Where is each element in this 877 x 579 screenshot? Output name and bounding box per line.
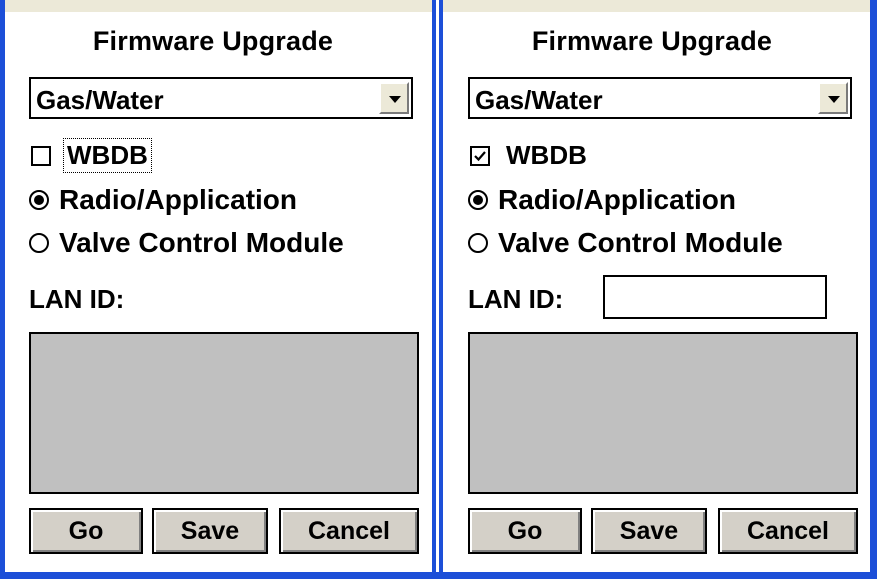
radio-application-radio[interactable] bbox=[468, 190, 488, 210]
wbdb-checkbox[interactable] bbox=[31, 146, 51, 166]
window-border-left bbox=[0, 0, 5, 579]
lan-id-label: LAN ID: bbox=[468, 284, 564, 314]
radio-application-label[interactable]: Radio/Application bbox=[498, 184, 736, 216]
cancel-button[interactable]: Cancel bbox=[718, 508, 858, 554]
device-type-select[interactable]: Gas/Water bbox=[29, 77, 413, 119]
valve-control-module-label[interactable]: Valve Control Module bbox=[498, 227, 783, 259]
page-title: Firmware Upgrade bbox=[531, 26, 773, 56]
save-button[interactable]: Save bbox=[152, 508, 268, 554]
valve-control-module-radio[interactable] bbox=[29, 233, 49, 253]
radio-application-label[interactable]: Radio/Application bbox=[59, 184, 297, 216]
wbdb-label[interactable]: WBDB bbox=[63, 138, 152, 173]
window-border-divider bbox=[432, 0, 443, 579]
lan-id-label: LAN ID: bbox=[29, 284, 125, 314]
go-button[interactable]: Go bbox=[468, 508, 582, 554]
go-button[interactable]: Go bbox=[29, 508, 143, 554]
radio-application-radio[interactable] bbox=[29, 190, 49, 210]
device-type-value: Gas/Water bbox=[475, 85, 603, 115]
window-border-bottom bbox=[0, 572, 877, 579]
valve-control-module-radio[interactable] bbox=[468, 233, 488, 253]
wbdb-checkbox[interactable] bbox=[470, 146, 490, 166]
chevron-down-icon[interactable] bbox=[379, 82, 409, 114]
window-border-right bbox=[870, 0, 877, 579]
status-list-box bbox=[29, 332, 419, 494]
status-list-box bbox=[468, 332, 858, 494]
lan-id-input[interactable] bbox=[603, 275, 827, 319]
valve-control-module-label[interactable]: Valve Control Module bbox=[59, 227, 344, 259]
cancel-button[interactable]: Cancel bbox=[279, 508, 419, 554]
page-title: Firmware Upgrade bbox=[92, 26, 334, 56]
chevron-down-icon[interactable] bbox=[818, 82, 848, 114]
device-type-select[interactable]: Gas/Water bbox=[468, 77, 852, 119]
save-button[interactable]: Save bbox=[591, 508, 707, 554]
checkmark-icon bbox=[474, 151, 486, 162]
wbdb-label[interactable]: WBDB bbox=[504, 140, 589, 171]
device-type-value: Gas/Water bbox=[36, 85, 164, 115]
firmware-upgrade-panel-1: Firmware Upgrade Gas/Water WBDB Radio/Ap… bbox=[13, 12, 419, 572]
firmware-upgrade-panel-2: Firmware Upgrade Gas/Water WBDB Radio/Ap… bbox=[452, 12, 858, 572]
